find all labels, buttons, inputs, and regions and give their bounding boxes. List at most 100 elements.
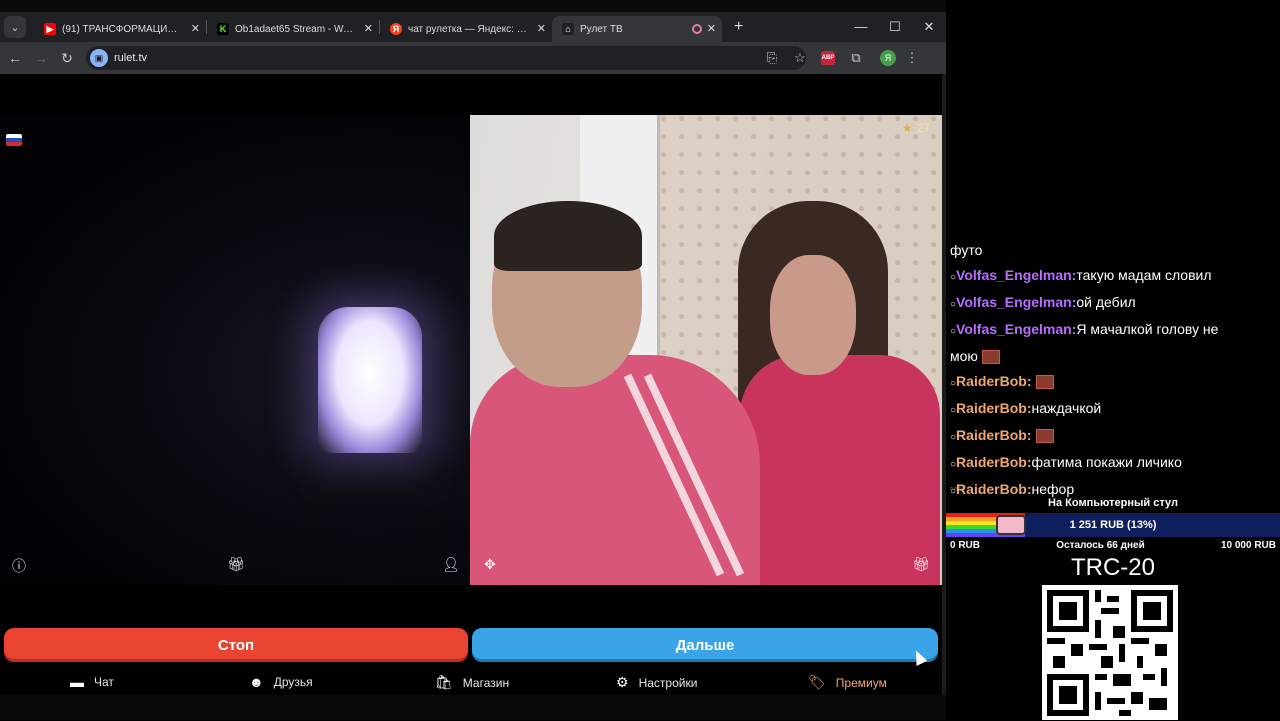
bottom-nav: ▬ Чат ☻ Друзья 🛍︎ Магазин ⚙ Настройки 🏷︎… bbox=[0, 670, 942, 695]
nav-label: Чат bbox=[94, 675, 114, 689]
close-icon[interactable]: ✕ bbox=[707, 22, 716, 35]
man-hair bbox=[494, 201, 642, 271]
maximize-icon[interactable]: ☐ bbox=[878, 12, 912, 42]
chat-message: ○RaiderBob: bbox=[950, 369, 1276, 396]
gift-icon[interactable]: 🎁︎ bbox=[227, 556, 245, 573]
donation-goal-title: На Компьютерный стул bbox=[1048, 497, 1178, 509]
report-icon[interactable]: ⓘ bbox=[12, 556, 26, 576]
back-icon[interactable]: ← bbox=[2, 50, 28, 66]
donation-footer: 0 RUB Осталось 66 дней 10 000 RUB bbox=[950, 540, 1276, 551]
profile-avatar[interactable]: Я bbox=[880, 50, 896, 66]
chat-username: RaiderBob: bbox=[956, 454, 1032, 470]
tab-title: (91) ТРАНСФОРМАЦИЯ ИВАН… bbox=[62, 23, 184, 35]
close-icon[interactable]: ✕ bbox=[537, 22, 546, 35]
rating-value: 27 bbox=[916, 121, 930, 135]
profile-icon[interactable]: 👤︎ bbox=[442, 556, 460, 573]
extensions-icon[interactable]: ⧉ bbox=[844, 50, 868, 66]
adblock-icon[interactable]: ABP bbox=[821, 51, 835, 65]
menu-icon[interactable]: ⋮ bbox=[900, 50, 924, 66]
toolbar: ← → ↻ ▣ rulet.tv ⎘ ☆ ABP ⧉ Я ⋮ bbox=[0, 42, 946, 74]
chat-message: футо bbox=[950, 238, 1276, 263]
nav-label: Друзья bbox=[273, 675, 313, 689]
bookmark-star-icon[interactable]: ☆ bbox=[788, 50, 812, 66]
partner-camera-video: ★ 27 ✥ 🎁︎ bbox=[470, 115, 942, 585]
emote-icon bbox=[1035, 429, 1054, 444]
woman-face bbox=[770, 255, 856, 375]
minimize-icon[interactable]: — bbox=[844, 12, 878, 42]
install-app-icon[interactable]: ⎘ bbox=[760, 50, 784, 66]
recording-icon bbox=[692, 24, 702, 34]
chat-text: фатима покажи личико bbox=[1031, 454, 1182, 470]
gamepad-icon[interactable]: ✥ bbox=[484, 556, 496, 573]
self-camera-video: ⓘ 🎁︎ 👤︎ bbox=[0, 115, 470, 585]
shop-icon: 🛍︎ bbox=[435, 674, 453, 690]
address-bar[interactable]: ▣ rulet.tv bbox=[86, 46, 806, 70]
nav-label: Премиум bbox=[835, 675, 887, 690]
chat-username: RaiderBob: bbox=[956, 400, 1032, 416]
chat-text: футо bbox=[950, 242, 983, 258]
gift-icon[interactable]: 🎁︎ bbox=[912, 556, 930, 573]
close-window-icon[interactable]: ✕ bbox=[912, 12, 946, 42]
donation-max: 10 000 RUB bbox=[1220, 540, 1276, 551]
chat-username: Volfas_Engelman: bbox=[956, 294, 1077, 310]
window-controls: — ☐ ✕ bbox=[844, 12, 946, 42]
widget-icons: ▫▫▫▫ bbox=[950, 484, 966, 493]
chat-panel: футо ○Volfas_Engelman:такую мадам словил ○… bbox=[950, 238, 1276, 504]
donation-progress-bar: 1 251 RUB (13%) bbox=[946, 513, 1280, 537]
tab-kick[interactable]: K Ob1adaet65 Stream - Watch Li… ✕ bbox=[207, 16, 379, 42]
tab-yandex[interactable]: Я чат рулетка — Яндекс: нашлос… ✕ bbox=[380, 16, 552, 42]
chat-username: RaiderBob: bbox=[956, 427, 1032, 443]
chat-text: такую мадам словил bbox=[1076, 267, 1212, 283]
donation-widget-header: ▫▫▫▫ bbox=[946, 484, 1280, 494]
nav-chat[interactable]: ▬ Чат bbox=[70, 674, 114, 690]
forward-icon[interactable]: → bbox=[28, 50, 54, 66]
next-button[interactable]: Дальше bbox=[472, 628, 938, 662]
chat-message: ○Volfas_Engelman:ой дебил bbox=[950, 290, 1276, 317]
settings-icon: ⚙ bbox=[616, 674, 629, 690]
chat-message: ○RaiderBob:наждачкой bbox=[950, 396, 1276, 423]
russia-flag-icon bbox=[6, 134, 22, 146]
close-icon[interactable]: ✕ bbox=[364, 22, 373, 35]
man-jacket bbox=[470, 355, 760, 585]
close-icon[interactable]: ✕ bbox=[191, 22, 200, 35]
donation-min: 0 RUB bbox=[950, 540, 981, 551]
rating-badge: ★ 27 bbox=[902, 121, 930, 135]
chat-text: мою bbox=[950, 348, 978, 364]
nav-premium[interactable]: 🏷︎ Премиум bbox=[808, 674, 887, 691]
youtube-icon: ▶ bbox=[44, 23, 56, 35]
woman-jacket bbox=[740, 355, 940, 585]
stop-button[interactable]: Стоп bbox=[4, 628, 468, 662]
tab-rulet[interactable]: ⌂ Рулет ТВ ✕ bbox=[552, 16, 722, 42]
reload-icon[interactable]: ↻ bbox=[54, 50, 80, 67]
tab-youtube[interactable]: ▶ (91) ТРАНСФОРМАЦИЯ ИВАН… ✕ bbox=[34, 16, 206, 42]
chat-message: ○Volfas_Engelman:такую мадам словил bbox=[950, 263, 1276, 290]
tab-search-chevron-icon[interactable]: ⌄ bbox=[4, 16, 26, 38]
kick-icon: K bbox=[217, 23, 229, 35]
nav-shop[interactable]: 🛍︎ Магазин bbox=[435, 674, 509, 691]
crypto-label: TRC-20 bbox=[1070, 554, 1155, 581]
nav-settings[interactable]: ⚙ Настройки bbox=[616, 674, 697, 691]
chat-message: ○RaiderBob:фатима покажи личико bbox=[950, 450, 1276, 477]
qr-code bbox=[1042, 585, 1178, 720]
tab-title: Рулет ТВ bbox=[580, 23, 623, 35]
chat-text: наждачкой bbox=[1031, 400, 1102, 416]
emote-icon bbox=[981, 350, 1000, 365]
yandex-icon: Я bbox=[390, 23, 402, 35]
new-tab-icon[interactable]: + bbox=[734, 18, 743, 36]
chat-message: ○RaiderBob: bbox=[950, 423, 1276, 450]
emote-icon bbox=[1035, 375, 1054, 390]
stream-overlay: футо ○Volfas_Engelman:такую мадам словил ○… bbox=[946, 0, 1280, 720]
tab-bar: ⌄ ▶ (91) ТРАНСФОРМАЦИЯ ИВАН… ✕ K Ob1adae… bbox=[0, 12, 946, 42]
microphone-glow bbox=[318, 307, 422, 453]
qr-code-icon bbox=[1047, 590, 1173, 716]
site-info-icon[interactable]: ▣ bbox=[90, 49, 108, 67]
microphone-shape bbox=[300, 445, 450, 505]
toolbar-actions: ⎘ ☆ ABP ⧉ Я ⋮ bbox=[760, 42, 924, 74]
rulet-icon: ⌂ bbox=[562, 23, 574, 35]
chat-icon: ▬ bbox=[70, 674, 84, 690]
donation-amount: 1 251 RUB (13%) bbox=[1069, 519, 1157, 531]
chat-message: ○Volfas_Engelman:Я мачалкой голову не bbox=[950, 317, 1276, 344]
rulet-page: ⓘ 🎁︎ 👤︎ ★ 27 ✥ 🎁︎ Стоп Дальше ▬ Чат ☻ Др… bbox=[0, 74, 942, 695]
chat-username: Volfas_Engelman: bbox=[956, 321, 1077, 337]
nav-friends[interactable]: ☻ Друзья bbox=[249, 674, 313, 690]
